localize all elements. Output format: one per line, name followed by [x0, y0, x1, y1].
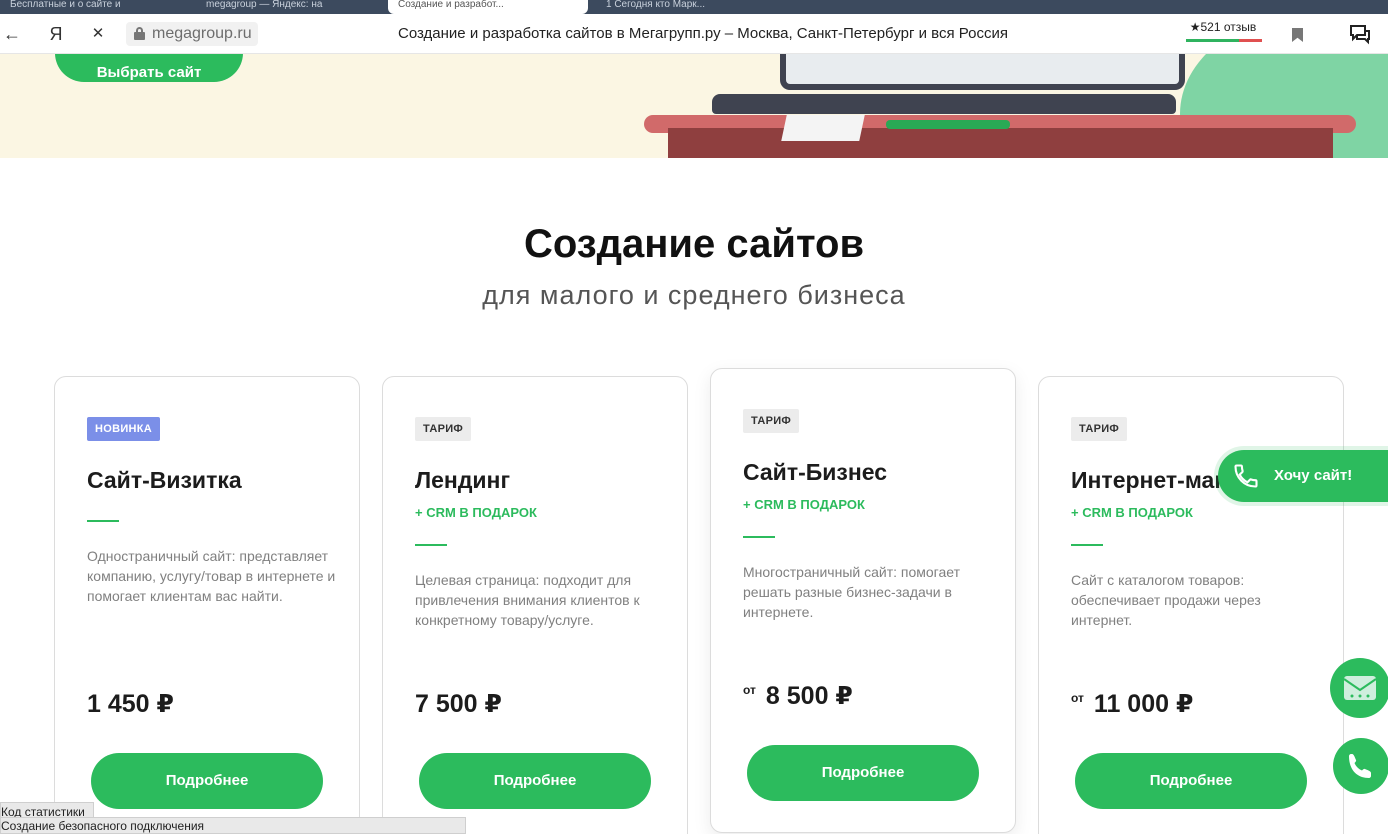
crm-gift-label: + CRM В ПОДАРОК: [415, 505, 537, 520]
call-widget-button[interactable]: [1333, 738, 1388, 794]
rating-bar: [1186, 39, 1262, 42]
card-title: Сайт-Визитка: [87, 467, 242, 493]
pen-illustration: [886, 120, 1010, 129]
status-bar-connection: Создание безопасного подключения: [0, 817, 466, 834]
details-button[interactable]: Подробнее: [419, 753, 651, 809]
card-price: 7 500 ₽: [415, 690, 502, 718]
price-from-label: от: [743, 683, 756, 697]
url-field[interactable]: megagroup.ru: [126, 22, 258, 46]
card-title: Сайт-Бизнес: [743, 459, 888, 485]
mail-widget-button[interactable]: [1330, 658, 1388, 718]
new-badge: НОВИНКА: [87, 417, 161, 441]
url-text: megagroup.ru: [152, 25, 252, 42]
protect-extension-icon[interactable]: [1348, 22, 1372, 46]
browser-tab-active[interactable]: Создание и разработ...: [388, 0, 588, 14]
pricing-card-business: ТАРИФ Сайт-Бизнес + CRM В ПОДАРОК Многос…: [710, 368, 1016, 833]
reviews-badge[interactable]: ★521 отзыв: [1180, 20, 1266, 48]
details-button[interactable]: Подробнее: [1075, 753, 1307, 809]
crm-gift-label: + CRM В ПОДАРОК: [743, 497, 865, 512]
mail-icon: [1343, 676, 1377, 700]
details-button[interactable]: Подробнее: [747, 745, 979, 801]
browser-tab[interactable]: megagroup — Яндекс: на: [196, 0, 381, 14]
browser-tab-strip: Бесплатные и о сайте и megagroup — Яндек…: [0, 0, 1388, 14]
laptop-base-illustration: [712, 94, 1176, 114]
yandex-button[interactable]: Я: [44, 22, 68, 46]
bookmark-icon[interactable]: [1292, 28, 1303, 42]
paper-illustration: [781, 115, 865, 141]
desk-body-illustration: [668, 128, 1333, 158]
card-description: Целевая страница: подходит для привлечен…: [415, 572, 640, 628]
hero-banner: Выбрать сайт: [0, 54, 1388, 158]
stop-loading-button[interactable]: ✕: [86, 22, 110, 46]
back-button[interactable]: ←: [0, 22, 24, 46]
phone-call-icon: [1349, 754, 1371, 778]
card-description: Многостраничный сайт: помогает решать ра…: [743, 564, 960, 620]
card-divider: [87, 520, 119, 522]
card-description: Сайт с каталогом товаров: обеспечивает п…: [1071, 572, 1261, 628]
want-site-button[interactable]: Хочу сайт!: [1218, 450, 1388, 502]
address-bar: ← Я ✕ megagroup.ru Создание и разработка…: [0, 14, 1388, 54]
browser-tab[interactable]: 1 Сегодня кто Марк...: [596, 0, 796, 14]
phone-icon: [1234, 464, 1258, 488]
pricing-card-shop: ТАРИФ Интернет-магазин + CRM В ПОДАРОК С…: [1038, 376, 1344, 834]
price-from-label: от: [1071, 691, 1084, 705]
tariff-badge: ТАРИФ: [1071, 417, 1128, 441]
reviews-text: ★521 отзыв: [1189, 20, 1257, 34]
details-button[interactable]: Подробнее: [91, 753, 323, 809]
lock-icon: [134, 27, 145, 40]
tariff-badge: ТАРИФ: [743, 409, 800, 433]
card-price: от 8 500 ₽: [743, 682, 853, 710]
choose-site-button[interactable]: Выбрать сайт: [55, 54, 243, 82]
tariff-badge: ТАРИФ: [415, 417, 472, 441]
card-divider: [415, 544, 447, 546]
pricing-card-vizitka: НОВИНКА Сайт-Визитка Одностраничный сайт…: [54, 376, 360, 834]
crm-gift-label: + CRM В ПОДАРОК: [1071, 505, 1193, 520]
card-price: от 11 000 ₽: [1071, 690, 1194, 718]
card-description: Одностраничный сайт: представляет компан…: [87, 548, 336, 604]
page-title: Создание и разработка сайтов в Мегагрупп…: [398, 25, 1008, 42]
section-subtitle: для малого и среднего бизнеса: [482, 280, 906, 310]
laptop-illustration: [780, 54, 1185, 90]
card-price: 1 450 ₽: [87, 690, 174, 718]
browser-tab[interactable]: Бесплатные и о сайте и: [0, 0, 180, 14]
card-divider: [743, 536, 775, 538]
section-title: Создание сайтов: [523, 222, 865, 266]
card-title: Лендинг: [415, 467, 511, 493]
card-divider: [1071, 544, 1103, 546]
want-site-label: Хочу сайт!: [1274, 467, 1353, 484]
pricing-card-landing: ТАРИФ Лендинг + CRM В ПОДАРОК Целевая ст…: [382, 376, 688, 834]
